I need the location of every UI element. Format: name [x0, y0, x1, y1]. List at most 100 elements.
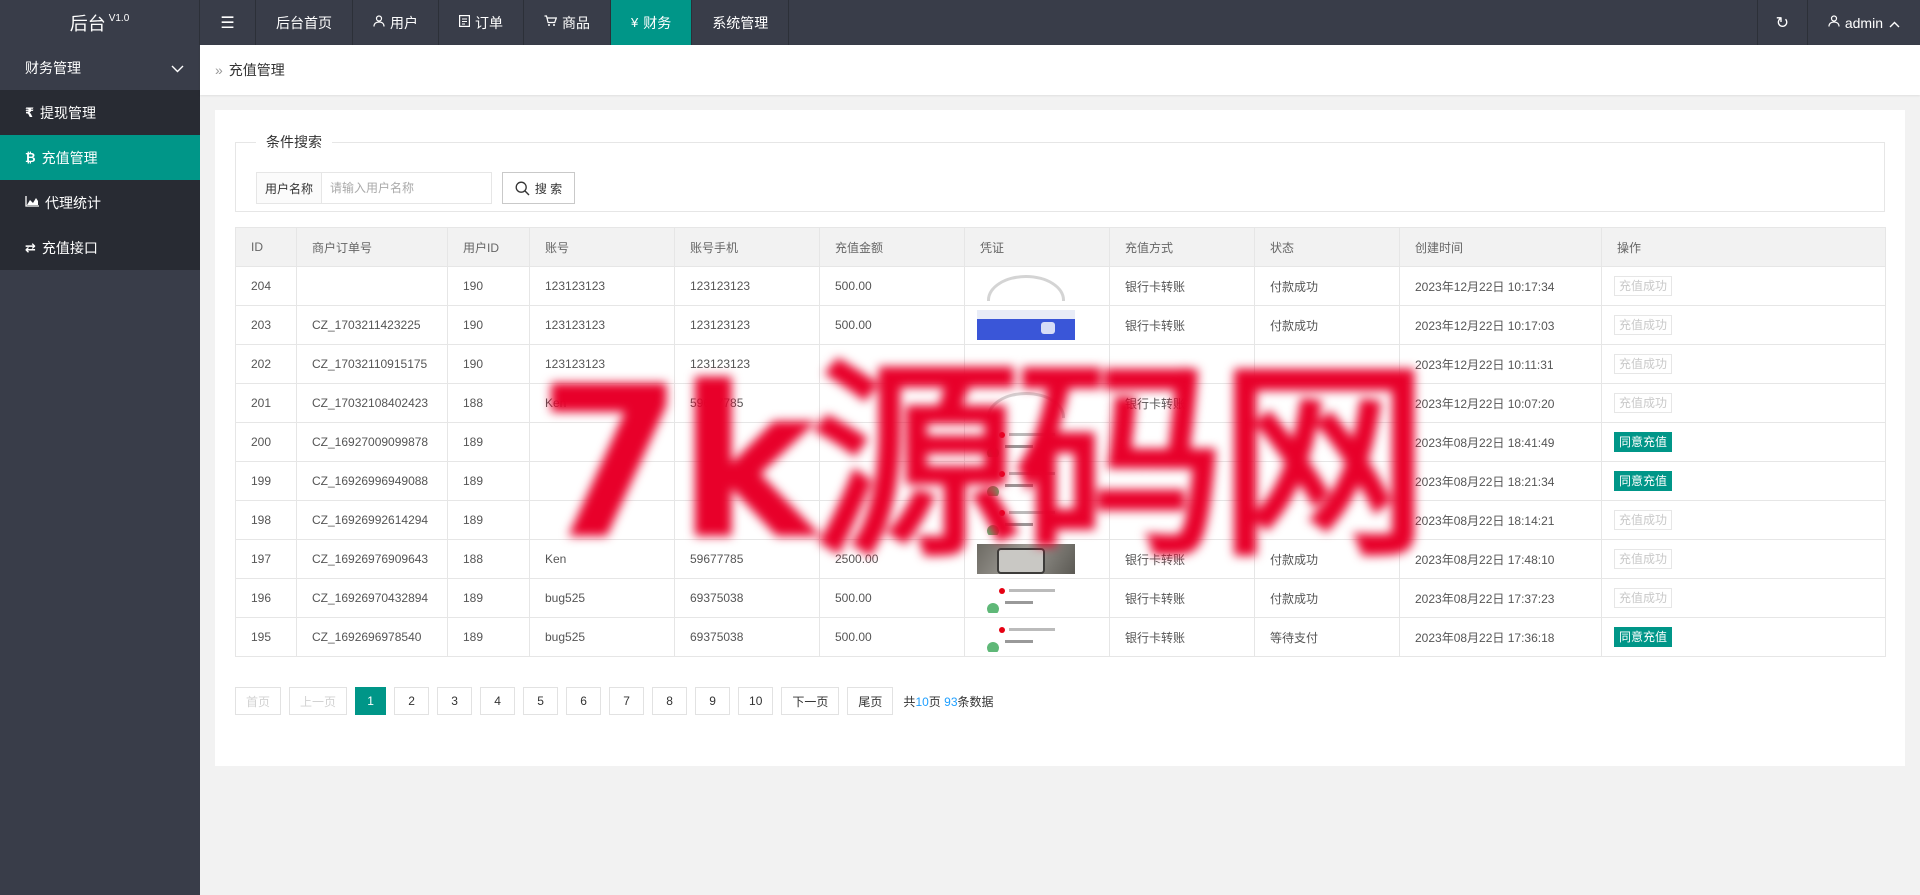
cell-uid: 190: [447, 344, 530, 384]
page-button[interactable]: 4: [480, 687, 516, 715]
approve-recharge-button[interactable]: 同意充值: [1614, 471, 1673, 491]
table-row: 201 CZ_17032108402423 188 Ken 59677785 银行卡转账 2…: [235, 383, 1886, 423]
menu-toggle-button[interactable]: ☰: [200, 0, 256, 45]
cell-order: CZ_16926996949088: [296, 461, 448, 501]
last-page-button[interactable]: 尾页: [847, 687, 894, 715]
pager-text: 页: [928, 694, 941, 709]
voucher-thumbnail[interactable]: [977, 544, 1075, 574]
column-header: 状态: [1254, 227, 1400, 267]
sidebar: 财务管理 ₹ 提现管理 ₿ 充值管理 代理统计 ⇄ 充值接口: [0, 45, 200, 895]
cell-created-time: 2023年12月22日 10:07:20: [1399, 383, 1602, 423]
page-button[interactable]: 3: [437, 687, 473, 715]
nav-item-label: 后台首页: [276, 14, 332, 31]
document-icon: [459, 15, 471, 30]
cell-status: [1254, 422, 1400, 462]
cell-created-time: 2023年08月22日 17:48:10: [1399, 539, 1602, 579]
cell-action: 充值成功: [1601, 305, 1886, 345]
page-button[interactable]: 2: [394, 687, 430, 715]
page-button[interactable]: 10: [738, 687, 774, 715]
voucher-thumbnail[interactable]: [977, 271, 1075, 301]
column-header: 充值方式: [1109, 227, 1255, 267]
cell-method: [1109, 500, 1255, 540]
cell-phone: 123123123: [674, 305, 820, 345]
cell-phone: 123123123: [674, 344, 820, 384]
recharge-success-button: 充值成功: [1614, 393, 1673, 413]
username-search-input[interactable]: [322, 172, 492, 204]
cell-phone: [674, 461, 820, 501]
voucher-thumbnail[interactable]: [977, 505, 1075, 535]
cell-created-time: 2023年08月22日 18:21:34: [1399, 461, 1602, 501]
cell-amount: 500.00: [819, 305, 965, 345]
table-row: 199 CZ_16926996949088 189 2023年08月22日 18:21…: [235, 461, 1886, 501]
next-page-button[interactable]: 下一页: [781, 687, 840, 715]
chevron-down-icon: [171, 60, 184, 76]
cell-id: 200: [235, 422, 297, 462]
top-nav: ☰ 后台首页 用户 订单 商品 ¥ 财务 系统管理: [200, 0, 790, 45]
sidebar-item-label: 代理统计: [45, 194, 101, 211]
nav-item-products[interactable]: 商品: [524, 0, 611, 45]
cell-voucher: [964, 422, 1110, 462]
nav-item-orders[interactable]: 订单: [439, 0, 524, 45]
refresh-button[interactable]: ↻: [1756, 0, 1807, 45]
sidebar-item-recharge[interactable]: ₿ 充值管理: [0, 135, 200, 180]
cell-created-time: 2023年08月22日 17:37:23: [1399, 578, 1602, 618]
username: admin: [1844, 14, 1883, 31]
cell-amount: 500.00: [819, 617, 965, 657]
nav-item-label: 财务: [643, 14, 672, 31]
prev-page-button[interactable]: 上一页: [289, 687, 348, 715]
sidebar-item-label: 充值接口: [41, 239, 98, 256]
cell-id: 196: [235, 578, 297, 618]
voucher-thumbnail[interactable]: [977, 583, 1075, 613]
voucher-thumbnail[interactable]: [977, 466, 1075, 496]
sidebar-submenu: ₹ 提现管理 ₿ 充值管理 代理统计 ⇄ 充值接口: [0, 90, 200, 270]
username-label: 用户名称: [256, 172, 322, 204]
sidebar-item-withdraw[interactable]: ₹ 提现管理: [0, 90, 200, 135]
voucher-thumbnail[interactable]: [977, 388, 1075, 418]
page-button[interactable]: 7: [609, 687, 645, 715]
cell-method: 银行卡转账: [1109, 578, 1255, 618]
page-button[interactable]: 5: [523, 687, 559, 715]
table-row: 198 CZ_16926992614294 189 2023年08月22日 18:14…: [235, 500, 1886, 540]
voucher-thumbnail[interactable]: [977, 427, 1075, 457]
page-button[interactable]: 9: [695, 687, 731, 715]
cell-uid: 190: [447, 305, 530, 345]
cell-status: 付款成功: [1254, 305, 1400, 345]
page-button[interactable]: 1: [355, 687, 387, 715]
search-legend: 条件搜索: [266, 134, 322, 150]
first-page-button[interactable]: 首页: [235, 687, 282, 715]
nav-item-users[interactable]: 用户: [353, 0, 439, 45]
cell-phone: 59677785: [674, 539, 820, 579]
bitcoin-icon: ₿: [25, 150, 36, 165]
sidebar-group-finance[interactable]: 财务管理: [0, 45, 200, 90]
cell-action: 同意充值: [1601, 422, 1886, 462]
approve-recharge-button[interactable]: 同意充值: [1614, 432, 1673, 452]
page-button[interactable]: 8: [652, 687, 688, 715]
recharge-success-button: 充值成功: [1614, 354, 1673, 374]
cell-action: 充值成功: [1601, 578, 1886, 618]
cell-action: 充值成功: [1601, 344, 1886, 384]
cell-uid: 190: [447, 266, 530, 306]
cell-id: 204: [235, 266, 297, 306]
sidebar-item-agent-stats[interactable]: 代理统计: [0, 180, 200, 225]
sidebar-group-label: 财务管理: [25, 59, 81, 76]
nav-item-system[interactable]: 系统管理: [692, 0, 790, 45]
page-button[interactable]: 6: [566, 687, 602, 715]
approve-recharge-button[interactable]: 同意充值: [1614, 627, 1673, 647]
cell-amount: 500.00: [819, 266, 965, 306]
sidebar-item-recharge-api[interactable]: ⇄ 充值接口: [0, 225, 200, 270]
user-icon: [1828, 15, 1840, 30]
cell-action: 充值成功: [1601, 266, 1886, 306]
nav-item-finance[interactable]: ¥ 财务: [611, 0, 693, 45]
rupee-icon: ₹: [25, 104, 35, 120]
nav-item-label: 用户: [390, 14, 418, 31]
nav-item-home[interactable]: 后台首页: [256, 0, 353, 45]
cell-voucher: [964, 344, 1110, 384]
search-button[interactable]: 搜 索: [502, 172, 575, 204]
total-pages: 10: [915, 694, 929, 709]
voucher-thumbnail[interactable]: [977, 310, 1075, 340]
breadcrumb-current: 充值管理: [228, 62, 285, 78]
cell-voucher: [964, 305, 1110, 345]
user-menu[interactable]: admin: [1806, 0, 1920, 45]
voucher-thumbnail[interactable]: [977, 622, 1075, 652]
cell-voucher: [964, 539, 1110, 579]
